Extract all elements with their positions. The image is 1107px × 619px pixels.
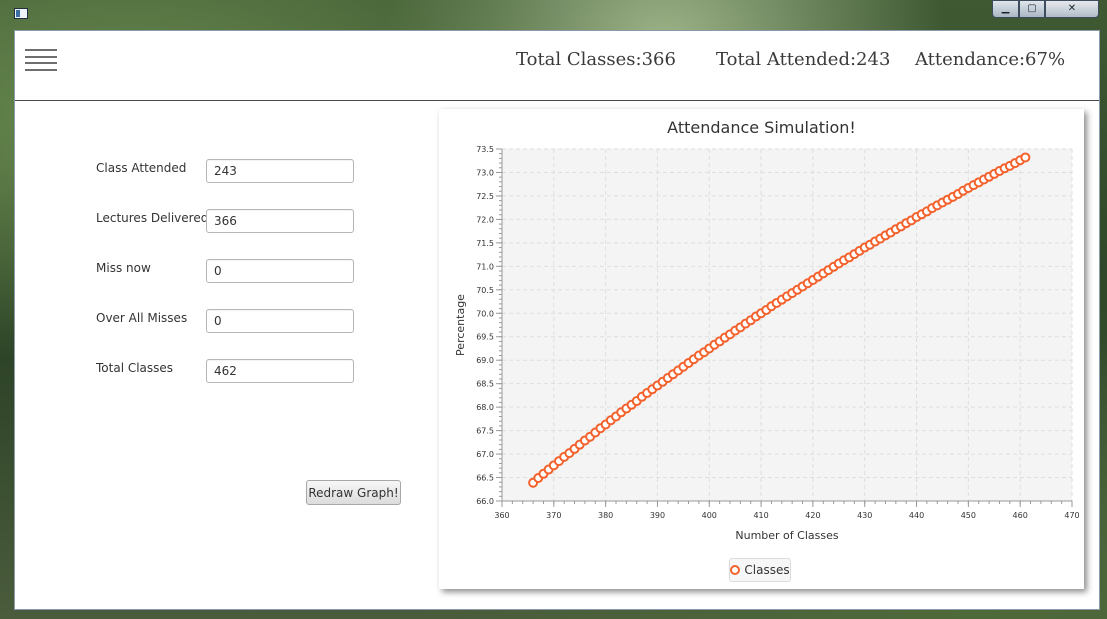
top-bar: Total Classes:366 Total Attended:243 Att… xyxy=(15,31,1099,101)
hamburger-line xyxy=(25,68,57,71)
hamburger-line xyxy=(25,62,57,65)
data-point xyxy=(1020,152,1031,163)
x-tick-label: 460 xyxy=(1013,511,1028,520)
minimize-button[interactable]: ▁ xyxy=(992,0,1019,18)
y-tick-label: 70.5 xyxy=(476,286,494,295)
x-tick-label: 400 xyxy=(702,511,717,520)
x-axis-label: Number of Classes xyxy=(735,529,838,542)
lectures-delivered-label: Lectures Delivered xyxy=(96,211,209,225)
close-icon: ✕ xyxy=(1067,3,1077,14)
hamburger-line xyxy=(25,49,57,51)
x-tick-label: 380 xyxy=(598,511,613,520)
attendance-chart: 360 370 380 390 400 410 420 430 440 450 460 470 66.0… xyxy=(454,145,1080,542)
y-tick-label: 68.5 xyxy=(476,380,494,389)
x-tick-label: 470 xyxy=(1064,511,1079,520)
y-tick-label: 68.0 xyxy=(476,403,494,412)
total-attended-stat: Total Attended:243 xyxy=(716,49,891,70)
app-window: Total Classes:366 Total Attended:243 Att… xyxy=(14,30,1100,610)
redraw-graph-button[interactable]: Redraw Graph! xyxy=(306,480,401,505)
x-tick-label: 440 xyxy=(909,511,924,520)
x-tick-label: 450 xyxy=(961,511,976,520)
lectures-delivered-input[interactable]: 366 xyxy=(206,209,354,233)
maximize-icon: ▢ xyxy=(1027,3,1037,14)
chart-legend: Classes xyxy=(729,558,791,582)
x-tick-label: 410 xyxy=(753,511,768,520)
app-icon xyxy=(14,8,28,19)
y-axis-label: Percentage xyxy=(454,294,467,356)
y-tick-label: 72.5 xyxy=(476,192,494,201)
y-tick-label: 71.0 xyxy=(476,262,494,271)
y-tick-label: 67.5 xyxy=(476,427,494,436)
window-titlebar[interactable]: ▁ ▢ ✕ xyxy=(0,0,1107,30)
miss-now-label: Miss now xyxy=(96,261,151,275)
y-tick-label: 69.5 xyxy=(476,333,494,342)
class-attended-label: Class Attended xyxy=(96,161,187,175)
over-all-misses-input[interactable]: 0 xyxy=(206,309,354,333)
total-classes-stat: Total Classes:366 xyxy=(516,49,676,70)
y-tick-label: 72.0 xyxy=(476,215,494,224)
total-classes-label: Total Classes xyxy=(96,361,174,375)
maximize-button[interactable]: ▢ xyxy=(1019,0,1045,18)
y-tick-label: 70.0 xyxy=(476,309,494,318)
y-tick-label: 67.0 xyxy=(476,450,494,459)
x-tick-label: 390 xyxy=(650,511,665,520)
legend-label: Classes xyxy=(744,563,790,577)
plot-area xyxy=(502,149,1072,501)
attendance-stat: Attendance:67% xyxy=(915,49,1066,70)
y-tick-label: 73.5 xyxy=(476,145,494,154)
x-tick-label: 430 xyxy=(857,511,872,520)
legend-symbol-icon xyxy=(730,565,741,575)
x-tick-label: 420 xyxy=(805,511,820,520)
over-all-misses-label: Over All Misses xyxy=(96,311,188,325)
class-attended-input[interactable]: 243 xyxy=(206,159,354,183)
y-tick-label: 71.5 xyxy=(476,239,494,248)
minimize-icon: ▁ xyxy=(1001,3,1010,14)
chart-panel: Attendance Simulation! 360 370 380 390 400 41… xyxy=(439,109,1084,589)
y-tick-label: 66.0 xyxy=(476,497,494,506)
y-tick-label: 73.0 xyxy=(476,168,494,177)
window-controls: ▁ ▢ ✕ xyxy=(992,0,1100,19)
close-button[interactable]: ✕ xyxy=(1045,0,1099,18)
hamburger-menu-icon[interactable] xyxy=(25,49,57,71)
x-tick-label: 360 xyxy=(494,511,509,520)
hamburger-line xyxy=(25,55,57,58)
total-classes-input[interactable]: 462 xyxy=(206,359,354,383)
y-tick-label: 69.0 xyxy=(476,356,494,365)
miss-now-input[interactable]: 0 xyxy=(206,259,354,283)
x-tick-label: 370 xyxy=(546,511,561,520)
y-tick-label: 66.5 xyxy=(476,474,494,483)
